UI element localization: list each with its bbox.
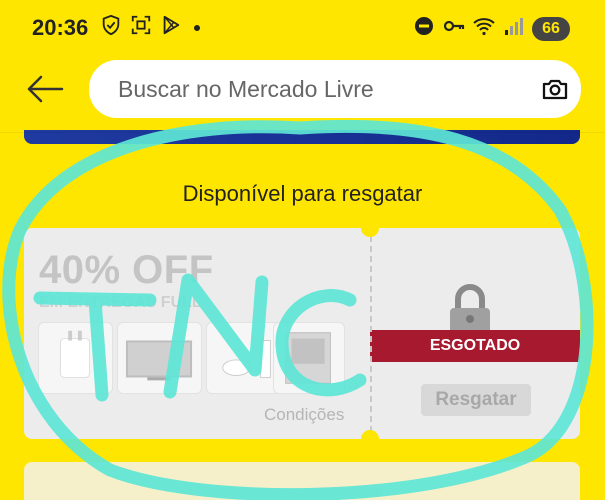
back-arrow-icon[interactable] [26,74,64,104]
charger-icon [59,330,91,378]
status-right-icons: 66 [412,14,570,43]
redeem-button[interactable]: Resgatar [421,384,531,416]
coupon-details: 40% OFF EM ENTREGAS FULL Condições [24,228,370,439]
status-left-icons [100,14,200,41]
signal-icon [502,14,526,43]
dot-icon [194,24,200,31]
section-title: Disponível para resgatar [182,181,423,206]
do-not-disturb-icon [412,14,436,43]
sold-out-badge: ESGOTADO [370,330,580,362]
status-time: 20:36 [32,15,89,40]
header-divider [0,132,605,133]
status-bar: 20:36 66 [0,0,605,52]
coupon-action-panel: ESGOTADO Resgatar [370,228,580,439]
screenshot-icon [130,14,152,41]
play-store-icon [160,14,182,41]
coupon-discount: 40% OFF [39,248,214,292]
product-thumbnail [273,322,345,394]
coupon-notch-bottom [361,430,379,448]
shield-icon [100,14,122,41]
coupon-divider [370,236,372,432]
coupon-card: 40% OFF EM ENTREGAS FULL Condições ESGOT… [24,219,580,448]
book-icon [285,332,331,384]
next-coupon-card[interactable] [24,462,580,500]
camera-icon[interactable] [541,75,569,103]
search-input[interactable]: Buscar no Mercado Livre [89,60,581,118]
product-thumbnail [38,322,113,394]
lock-icon [442,284,498,336]
coupon-subtitle: EM ENTREGAS FULL [39,294,202,311]
key-icon [442,14,466,43]
wifi-icon [472,14,496,43]
coupon-notch-top [361,219,379,237]
conditions-link[interactable]: Condições [264,405,344,425]
tv-icon [125,340,193,381]
search-placeholder: Buscar no Mercado Livre [118,76,374,102]
product-thumbnail [117,322,202,394]
battery-indicator: 66 [532,16,570,41]
